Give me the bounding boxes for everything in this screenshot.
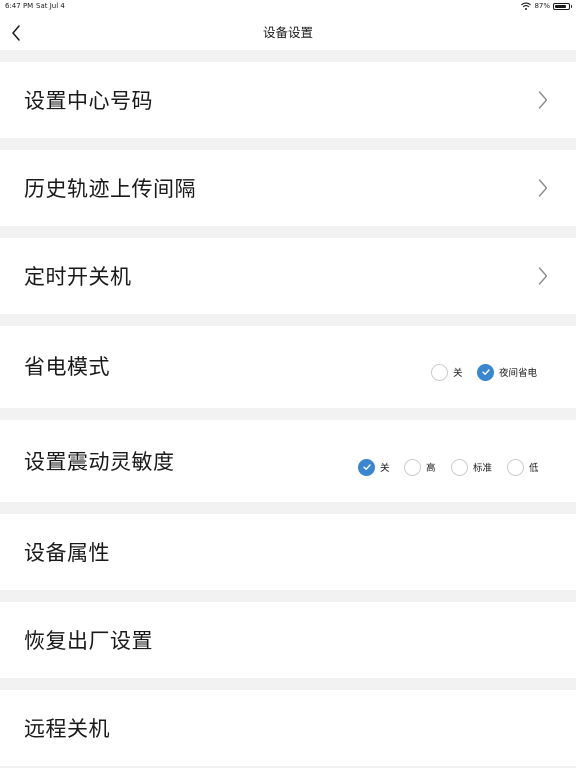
row-center-number[interactable]: 设置中心号码 xyxy=(0,62,576,138)
row-power-saving: 省电模式 关 夜间省电 xyxy=(0,326,576,408)
radio-circle-icon xyxy=(451,458,468,476)
row-label: 设备属性 xyxy=(24,541,110,565)
row-scheduled-power[interactable]: 定时开关机 xyxy=(0,238,576,314)
option-label: 关 xyxy=(380,463,390,474)
row-label: 恢复出厂设置 xyxy=(24,629,153,653)
chevron-right-icon xyxy=(538,178,548,198)
page-title: 设备设置 xyxy=(262,25,313,40)
row-label: 设置中心号码 xyxy=(24,89,153,113)
wifi-icon xyxy=(521,2,532,10)
status-time: 6:47 PM xyxy=(5,2,34,10)
radio-circle-icon xyxy=(507,458,524,476)
nav-bar: 设备设置 xyxy=(0,12,576,50)
row-label: 远程关机 xyxy=(24,717,110,741)
status-date: Sat Jul 4 xyxy=(36,2,65,10)
row-factory-reset[interactable]: 恢复出厂设置 xyxy=(0,602,576,678)
row-history-upload-interval[interactable]: 历史轨迹上传间隔 xyxy=(0,150,576,226)
radio-checked-icon xyxy=(358,458,375,476)
status-right: 87% xyxy=(521,0,572,12)
option-label: 夜间省电 xyxy=(499,368,538,379)
option-label: 关 xyxy=(453,368,463,379)
option-label: 低 xyxy=(529,463,539,474)
chevron-right-icon xyxy=(538,266,548,286)
radio-vibration-low[interactable]: 低 xyxy=(507,457,539,477)
chevron-right-icon xyxy=(538,90,548,110)
row-remote-shutdown[interactable]: 远程关机 xyxy=(0,690,576,766)
radio-power-saving-night[interactable]: 夜间省电 xyxy=(477,362,537,382)
radio-vibration-high[interactable]: 高 xyxy=(404,457,436,477)
radio-circle-icon xyxy=(431,363,448,381)
row-label: 设置震动灵敏度 xyxy=(24,450,175,474)
battery-percent: 87% xyxy=(534,2,550,10)
radio-checked-icon xyxy=(477,363,494,381)
row-label: 定时开关机 xyxy=(24,265,132,289)
row-label: 历史轨迹上传间隔 xyxy=(24,177,196,201)
status-bar: 6:47 PM Sat Jul 4 87% xyxy=(0,0,576,12)
row-vibration-sensitivity: 设置震动灵敏度 关 高 标准 低 xyxy=(0,420,576,502)
radio-power-saving-off[interactable]: 关 xyxy=(431,362,463,382)
option-label: 标准 xyxy=(473,463,493,474)
radio-vibration-standard[interactable]: 标准 xyxy=(451,457,492,477)
row-label: 省电模式 xyxy=(24,355,110,379)
battery-icon xyxy=(553,2,572,10)
radio-vibration-off[interactable]: 关 xyxy=(358,457,390,477)
option-label: 高 xyxy=(426,463,436,474)
radio-circle-icon xyxy=(404,458,421,476)
row-device-properties[interactable]: 设备属性 xyxy=(0,514,576,590)
